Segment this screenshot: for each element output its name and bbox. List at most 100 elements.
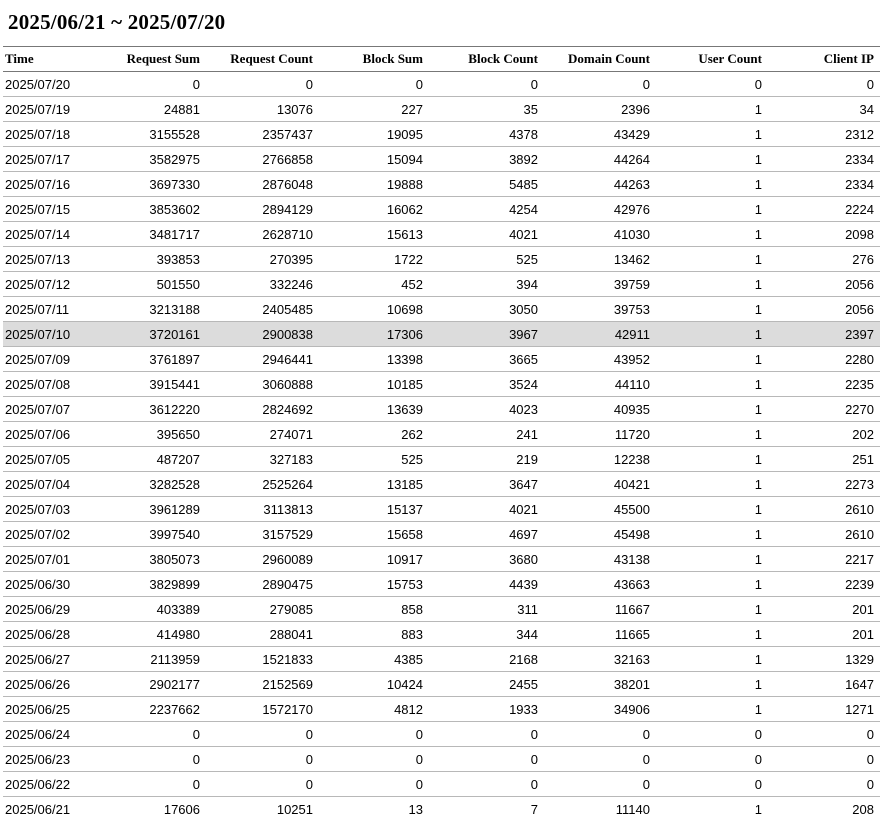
cell-user-count: 1 <box>656 496 768 522</box>
cell-block-sum: 16062 <box>319 196 429 222</box>
table-row: 2025/06/24 0 0 0 0 0 0 0 <box>3 721 880 747</box>
cell-user-count: 1 <box>656 646 768 672</box>
table-row: 2025/07/01 3805073 2960089 10917 3680 43138 1 2… <box>3 546 880 572</box>
cell-block-sum: 10424 <box>319 671 429 697</box>
table-row: 2025/07/03 3961289 3113813 15137 4021 45500 1 2… <box>3 496 880 522</box>
column-header-request-count: Request Count <box>206 46 319 72</box>
cell-client-ip: 276 <box>768 246 880 272</box>
cell-time: 2025/07/05 <box>3 446 105 472</box>
cell-request-sum: 0 <box>105 771 206 797</box>
column-header-block-sum: Block Sum <box>319 46 429 72</box>
cell-request-sum: 3829899 <box>105 571 206 597</box>
cell-block-sum: 262 <box>319 421 429 447</box>
cell-request-sum: 0 <box>105 746 206 772</box>
cell-time: 2025/07/04 <box>3 471 105 497</box>
cell-domain-count: 2396 <box>544 96 656 122</box>
cell-block-count: 4021 <box>429 496 544 522</box>
cell-block-sum: 858 <box>319 596 429 622</box>
cell-block-count: 3665 <box>429 346 544 372</box>
cell-time: 2025/06/25 <box>3 696 105 722</box>
cell-request-sum: 17606 <box>163 801 200 817</box>
cell-request-count: 0 <box>206 71 319 97</box>
cell-user-count: 0 <box>656 721 768 747</box>
column-header-time: Time <box>3 46 105 72</box>
cell-domain-count: 44264 <box>544 146 656 172</box>
cell-block-sum: 15753 <box>319 571 429 597</box>
cell-time: 2025/06/28 <box>3 621 105 647</box>
cell-block-sum: 19888 <box>319 171 429 197</box>
table-row: 2025/07/07 3612220 2824692 13639 4023 40935 1 2… <box>3 396 880 422</box>
table-row: 2025/07/18 3155528 2357437 19095 4378 43429 1 2… <box>3 121 880 147</box>
cell-block-sum: 0 <box>319 771 429 797</box>
cell-request-count: 2405485 <box>206 296 319 322</box>
cell-time: 2025/06/21 <box>5 801 71 817</box>
cell-request-count: 327183 <box>206 446 319 472</box>
cell-request-sum: 3915441 <box>105 371 206 397</box>
cell-domain-count: 34906 <box>544 696 656 722</box>
cell-domain-count: 43952 <box>544 346 656 372</box>
cell-user-count: 1 <box>656 121 768 147</box>
cell-request-count: 2824692 <box>206 396 319 422</box>
cell-request-count: 2525264 <box>206 471 319 497</box>
cell-request-count: 2960089 <box>206 546 319 572</box>
cell-request-count: 0 <box>206 746 319 772</box>
cell-block-count: 3524 <box>429 371 544 397</box>
stats-table: Time Request Sum Request Count Block Sum… <box>3 46 880 820</box>
column-header-client-ip: Client IP <box>768 46 880 72</box>
cell-user-count: 1 <box>656 546 768 572</box>
table-row: 2025/07/20 0 0 0 0 0 0 0 <box>3 71 880 97</box>
cell-block-sum: 227 <box>319 96 429 122</box>
cell-request-count: 3060888 <box>206 371 319 397</box>
cell-block-count: 241 <box>429 421 544 447</box>
cell-request-count: 2890475 <box>206 571 319 597</box>
cell-request-count: 274071 <box>206 421 319 447</box>
cell-domain-count: 12238 <box>544 446 656 472</box>
cell-block-count: 7 <box>530 801 538 817</box>
cell-user-count: 1 <box>656 571 768 597</box>
cell-user-count: 0 <box>656 71 768 97</box>
table-row: 2025/07/02 3997540 3157529 15658 4697 45498 1 2… <box>3 521 880 547</box>
cell-time: 2025/07/17 <box>3 146 105 172</box>
cell-domain-count: 44110 <box>544 371 656 397</box>
cell-request-sum: 3853602 <box>105 196 206 222</box>
cell-time: 2025/06/27 <box>3 646 105 672</box>
cell-block-count: 5485 <box>429 171 544 197</box>
cell-block-count: 4439 <box>429 571 544 597</box>
cell-domain-count: 0 <box>544 771 656 797</box>
table-row: 2025/07/09 3761897 2946441 13398 3665 43952 1 2… <box>3 346 880 372</box>
cell-request-sum: 414980 <box>105 621 206 647</box>
cell-domain-count: 11667 <box>544 596 656 622</box>
cell-client-ip: 2610 <box>768 496 880 522</box>
cell-request-count: 1572170 <box>206 696 319 722</box>
cell-client-ip: 208 <box>852 801 874 817</box>
cell-request-sum: 3761897 <box>105 346 206 372</box>
cell-time: 2025/07/07 <box>3 396 105 422</box>
cell-user-count: 1 <box>656 346 768 372</box>
cell-block-count: 3050 <box>429 296 544 322</box>
column-header-block-count: Block Count <box>429 46 544 72</box>
cell-block-count: 0 <box>429 746 544 772</box>
cell-block-count: 4254 <box>429 196 544 222</box>
cell-block-count: 0 <box>429 771 544 797</box>
table-row: 2025/07/11 3213188 2405485 10698 3050 39753 1 2… <box>3 296 880 322</box>
cell-time: 2025/07/02 <box>3 521 105 547</box>
cell-client-ip: 201 <box>768 621 880 647</box>
cell-block-sum: 0 <box>319 71 429 97</box>
table-row: 2025/07/14 3481717 2628710 15613 4021 41030 1 2… <box>3 221 880 247</box>
cell-domain-count: 32163 <box>544 646 656 672</box>
cell-domain-count: 42976 <box>544 196 656 222</box>
cell-time: 2025/06/23 <box>3 746 105 772</box>
cell-user-count: 1 <box>656 421 768 447</box>
cell-client-ip: 2280 <box>768 346 880 372</box>
cell-block-sum: 15094 <box>319 146 429 172</box>
table-row: 2025/07/16 3697330 2876048 19888 5485 44263 1 2… <box>3 171 880 197</box>
cell-block-count: 4697 <box>429 521 544 547</box>
cell-block-sum: 10917 <box>319 546 429 572</box>
cell-domain-count: 13462 <box>544 246 656 272</box>
cell-client-ip: 2056 <box>768 271 880 297</box>
cell-block-count: 4023 <box>429 396 544 422</box>
cell-time: 2025/07/13 <box>3 246 105 272</box>
cell-block-count: 4378 <box>429 121 544 147</box>
cell-request-sum: 395650 <box>105 421 206 447</box>
cell-user-count: 1 <box>656 471 768 497</box>
